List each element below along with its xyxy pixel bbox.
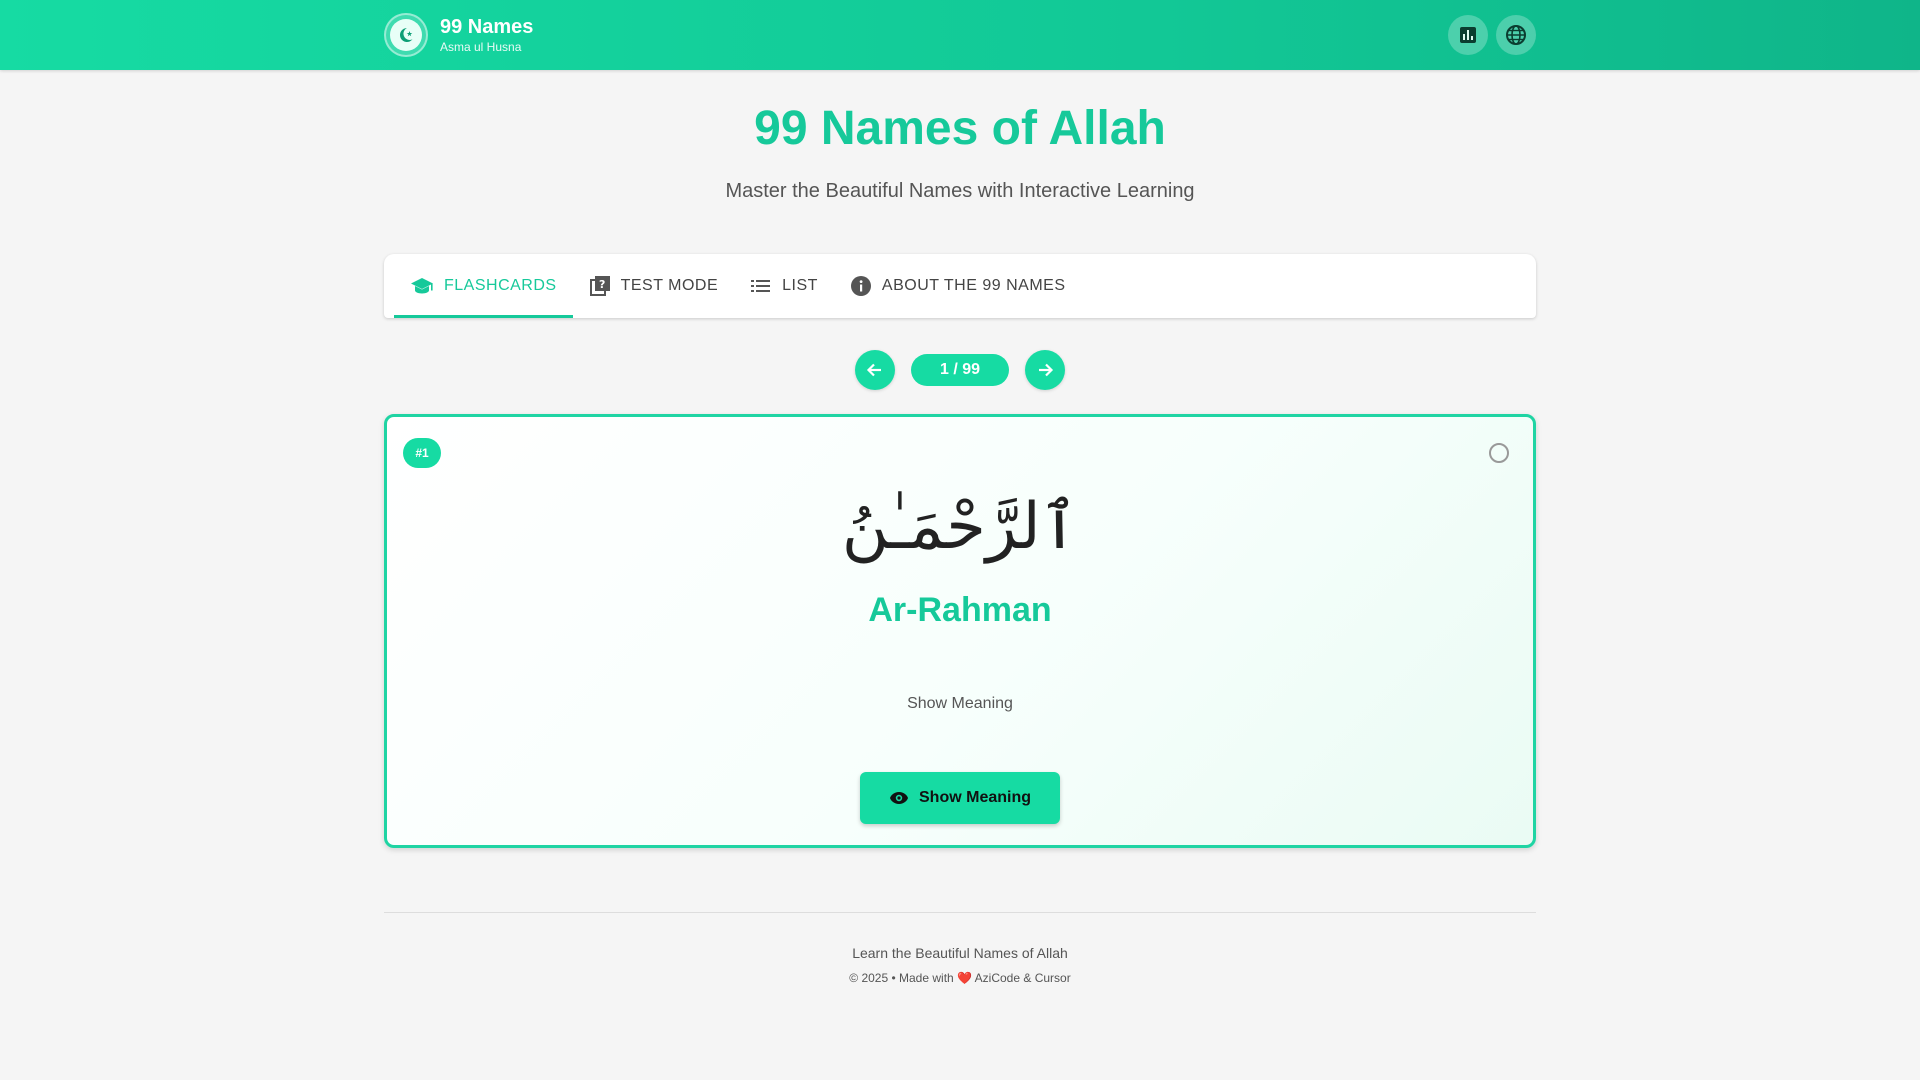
list-icon [751,280,771,292]
tab-flashcards[interactable]: FLASHCARDS [394,254,573,318]
arrow-right-icon [1039,363,1054,377]
quiz-icon: ? [589,276,610,296]
bar-chart-icon [1460,27,1476,43]
svg-text:?: ? [599,278,606,291]
tab-about[interactable]: ABOUT THE 99 NAMES [834,254,1082,318]
footer-divider [384,912,1536,913]
page-subtitle: Master the Beautiful Names with Interact… [725,180,1195,202]
flashcard[interactable]: #1 ٱلرَّحْمَـٰنُ Ar-Rahman Show Meaning … [384,414,1536,848]
mode-tabs: FLASHCARDS ? TEST MODE LIST ABOUT THE 99… [384,254,1536,318]
tab-test-mode[interactable]: ? TEST MODE [573,254,735,318]
app-bar-content: 99 Names Asma ul Husna [384,0,1536,70]
show-meaning-button[interactable]: Show Meaning [860,772,1060,824]
heart-icon: ❤️ [957,971,972,985]
hero: 99 Names of Allah Master the Beautiful N… [0,100,1920,203]
footer-credits-prefix: © 2025 • Made with [849,971,954,985]
eye-icon [890,792,908,804]
language-button[interactable] [1496,15,1536,55]
previous-button[interactable] [855,350,895,390]
globe-icon [1506,25,1526,45]
card-counter: 1 / 99 [911,354,1009,386]
meaning-hint: Show Meaning [907,695,1013,712]
app-title: 99 Names [440,16,534,38]
footer: Learn the Beautiful Names of Allah © 202… [0,945,1920,985]
mark-learned-radio[interactable] [1489,443,1509,463]
app-subtitle: Asma ul Husna [440,40,522,54]
tab-label: ABOUT THE 99 NAMES [881,277,1066,294]
graduation-cap-icon [411,278,433,294]
transliteration: Ar-Rahman [868,591,1052,629]
brand[interactable]: 99 Names Asma ul Husna [384,13,533,57]
name-number-badge: #1 [403,438,441,468]
app-bar: 99 Names Asma ul Husna [0,0,1920,70]
arabic-name: ٱلرَّحْمَـٰنُ [841,490,1079,564]
footer-tagline: Learn the Beautiful Names of Allah [852,945,1068,961]
info-icon [850,276,871,296]
statistics-button[interactable] [1448,15,1488,55]
next-button[interactable] [1025,350,1065,390]
tab-label: LIST [782,277,818,294]
crescent-logo-icon [384,13,428,57]
page-title: 99 Names of Allah [754,102,1166,155]
footer-credits: © 2025 • Made with ❤️ AziCode & Cursor [0,971,1920,985]
show-meaning-label: Show Meaning [919,789,1031,806]
footer-credits-suffix: AziCode & Cursor [974,971,1071,985]
app-bar-actions [1448,15,1536,55]
arrow-left-icon [866,363,881,377]
tab-list[interactable]: LIST [734,254,834,318]
tab-label: TEST MODE [620,277,719,294]
card-navigation: 1 / 99 [0,350,1920,390]
tab-label: FLASHCARDS [444,277,557,294]
